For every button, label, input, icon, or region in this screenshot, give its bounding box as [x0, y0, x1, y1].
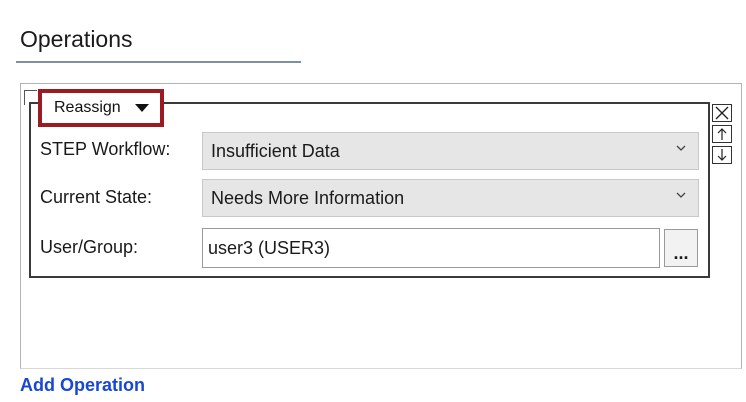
- section-title: Operations: [20, 26, 133, 52]
- state-value: Needs More Information: [211, 187, 405, 208]
- state-label: Current State:: [40, 187, 153, 207]
- move-up-button[interactable]: [712, 125, 732, 143]
- arrow-up-icon: [717, 128, 727, 140]
- chevron-down-icon: [676, 192, 686, 198]
- workflow-label: STEP Workflow:: [40, 139, 171, 159]
- workflow-value: Insufficient Data: [211, 140, 340, 161]
- chevron-down-icon: [676, 145, 686, 151]
- close-icon: [715, 106, 729, 120]
- add-operation-link[interactable]: Add Operation: [20, 375, 145, 396]
- operations-editor: Operations Reassign STEP Workflow: Insuf…: [0, 0, 746, 402]
- browse-button[interactable]: ...: [664, 229, 698, 267]
- operation-type-label: Reassign: [54, 99, 121, 116]
- caret-down-icon: [134, 104, 149, 112]
- title-underline: [16, 61, 301, 63]
- user-group-input[interactable]: [202, 228, 660, 268]
- remove-operation-button[interactable]: [712, 104, 732, 122]
- state-select[interactable]: Needs More Information: [202, 179, 699, 217]
- move-down-button[interactable]: [712, 146, 732, 164]
- operation-type-dropdown[interactable]: Reassign: [38, 89, 164, 127]
- workflow-select[interactable]: Insufficient Data: [202, 132, 699, 170]
- arrow-down-icon: [717, 149, 727, 161]
- user-group-label: User/Group:: [40, 237, 139, 257]
